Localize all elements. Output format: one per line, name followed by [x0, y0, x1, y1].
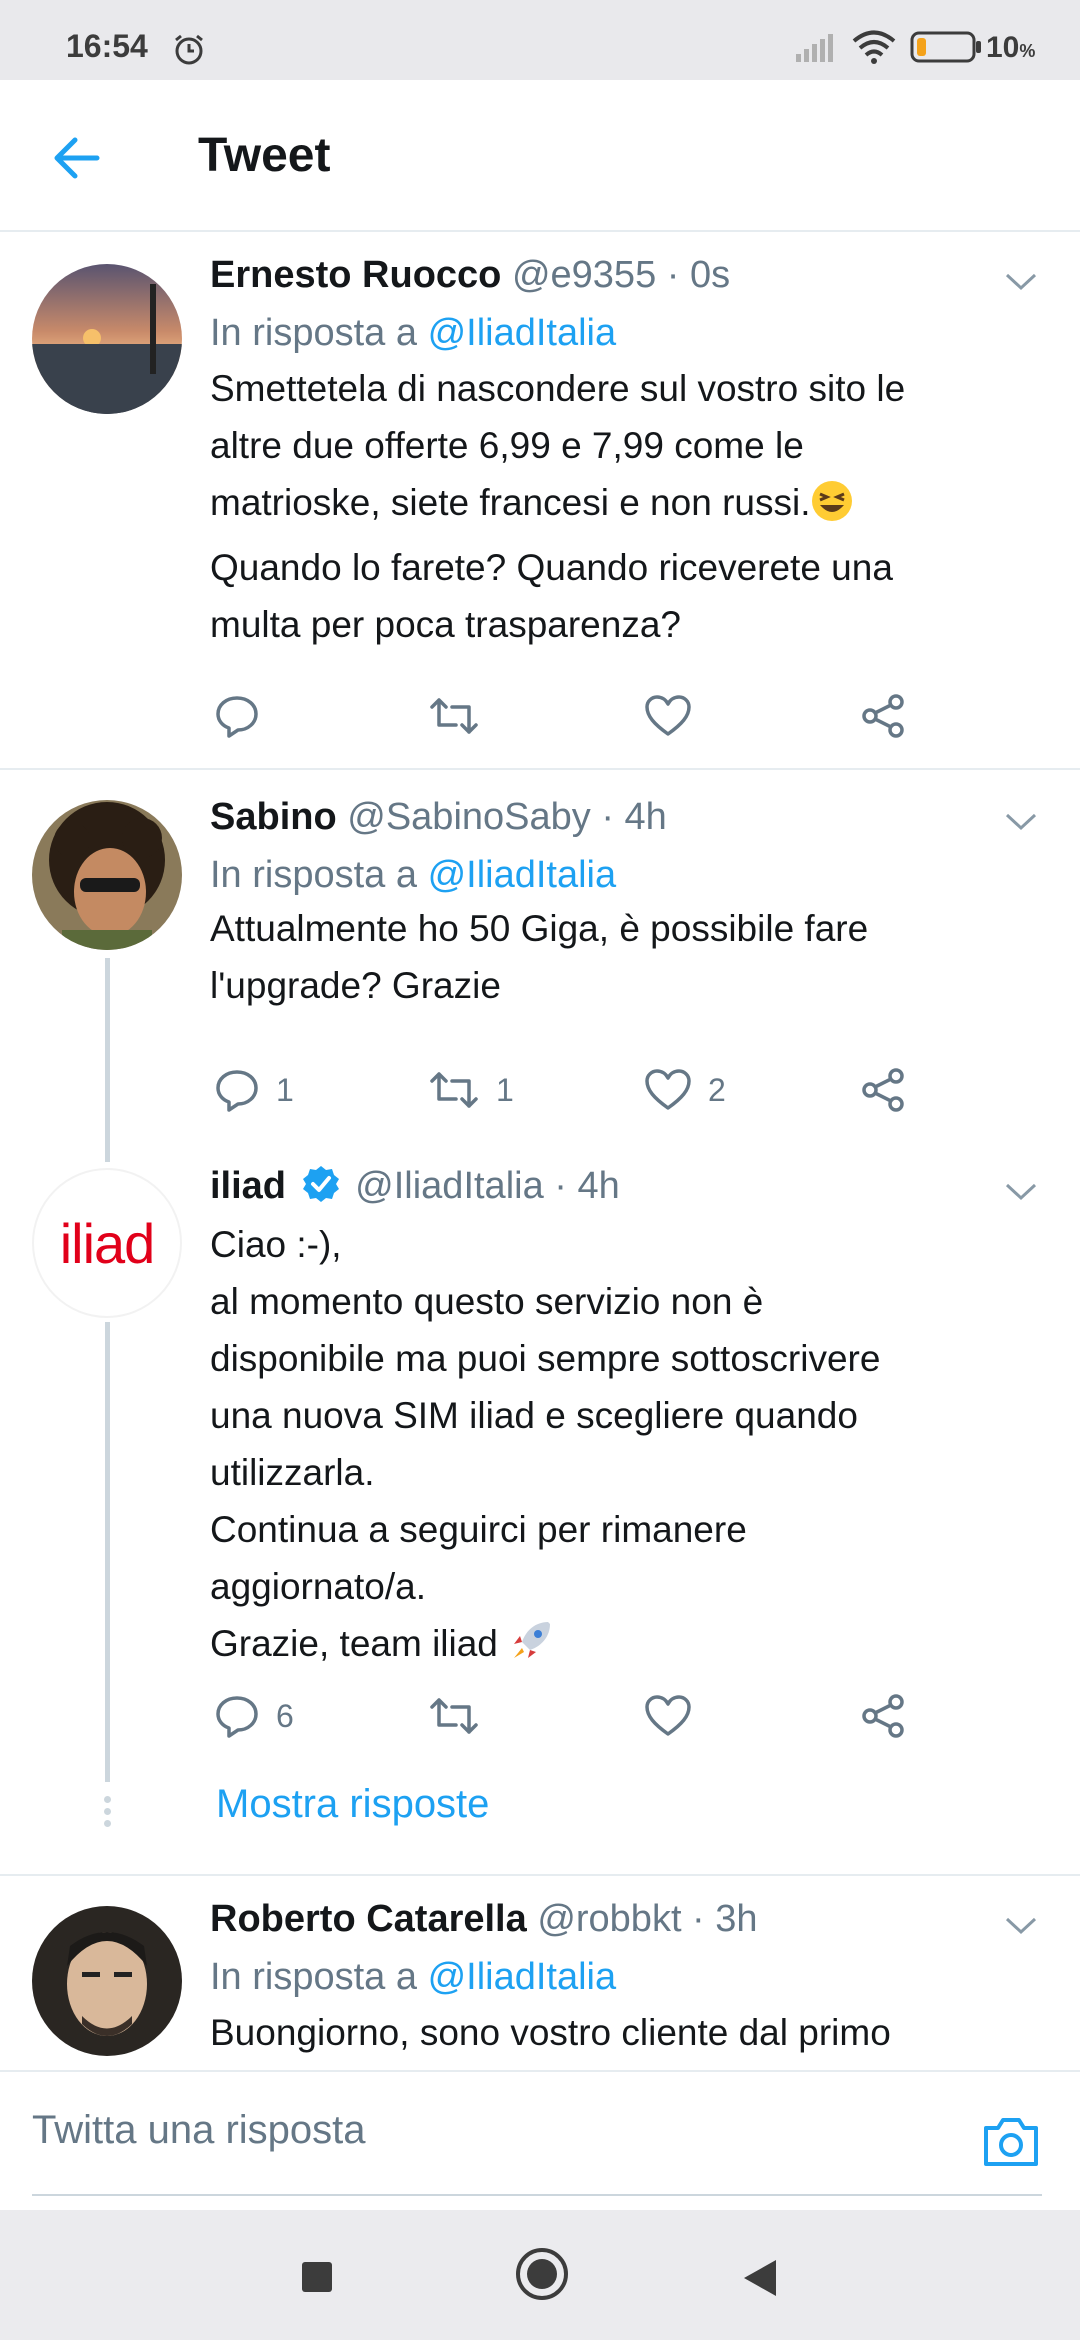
page-title: Tweet — [198, 129, 331, 182]
chevron-down-icon[interactable] — [1004, 272, 1038, 297]
show-replies-link[interactable]: Mostra risposte — [216, 1782, 489, 1827]
share-icon — [862, 694, 904, 738]
author-meta: @IliadItalia · 4h — [355, 1165, 620, 1207]
tweet-header: Roberto Catarella @robbkt · 3h — [210, 1898, 758, 1941]
thread-line — [105, 958, 110, 1162]
tweet-text: Attualmente ho 50 Giga, è possibile fare… — [210, 908, 869, 1006]
system-nav-bar — [0, 2210, 1080, 2340]
recent-apps-icon[interactable] — [300, 2260, 334, 2299]
author-name[interactable]: Ernesto Ruocco — [210, 254, 501, 296]
tweet-roberto[interactable]: Roberto Catarella @robbkt · 3h In rispos… — [0, 1876, 1080, 2070]
thread-dot — [104, 1820, 111, 1827]
tweet-header: iliad @IliadItalia · 4h — [210, 1164, 620, 1214]
avatar[interactable] — [32, 264, 182, 414]
like-button[interactable] — [644, 1686, 692, 1746]
retweet-icon — [430, 698, 478, 734]
author-name[interactable]: Roberto Catarella — [210, 1898, 527, 1940]
tweet-actions — [210, 686, 1010, 746]
author-meta: @robbkt · 3h — [537, 1898, 758, 1940]
wifi-icon — [852, 30, 896, 69]
reply-count: 1 — [276, 1071, 294, 1108]
author-meta: @SabinoSaby · 4h — [347, 796, 667, 838]
iliad-logo: iliad — [59, 1211, 156, 1275]
rocket-emoji — [508, 1618, 554, 1680]
reply-button[interactable]: 1 — [214, 1060, 294, 1120]
thread-dot — [104, 1808, 111, 1815]
reply-input[interactable]: Twitta una risposta — [32, 2108, 366, 2153]
home-icon[interactable] — [514, 2246, 570, 2307]
battery-level: 10% — [986, 31, 1036, 64]
retweet-icon — [430, 1072, 478, 1108]
reply-button[interactable]: 6 — [214, 1686, 294, 1746]
share-button[interactable] — [860, 686, 906, 746]
reply-to: In risposta a @IliadItalia — [210, 312, 617, 354]
like-count: 2 — [708, 1071, 726, 1108]
heart-icon — [645, 1695, 691, 1736]
avatar[interactable] — [32, 800, 182, 950]
thread-dot — [104, 1796, 111, 1803]
avatar-iliad[interactable]: iliad — [32, 1168, 182, 1318]
tweet-ernesto[interactable]: Ernesto Ruocco @e9355 · 0s In risposta a… — [0, 232, 1080, 768]
reply-button[interactable] — [214, 686, 260, 746]
reply-icon — [216, 1070, 258, 1112]
share-button[interactable] — [860, 1060, 906, 1120]
chevron-down-icon[interactable] — [1004, 1916, 1038, 1941]
tweet-header: Ernesto Ruocco @e9355 · 0s — [210, 254, 730, 297]
camera-icon[interactable] — [982, 2114, 1040, 2173]
tweet-actions: 1 1 2 — [210, 1060, 1010, 1120]
heart-icon — [645, 1069, 691, 1110]
reply-icon — [216, 1696, 258, 1738]
verified-badge-icon — [301, 1164, 341, 1214]
reply-handle-link[interactable]: @IliadItalia — [428, 854, 617, 896]
tweet-text: Ciao :-), al momento questo servizio non… — [210, 1216, 1040, 1680]
like-button[interactable]: 2 — [644, 1060, 726, 1120]
grinning-squinting-face-emoji — [810, 479, 854, 539]
reply-to: In risposta a @IliadItalia — [210, 1956, 617, 1998]
retweet-button[interactable] — [428, 1686, 480, 1746]
avatar[interactable] — [32, 1906, 182, 2056]
author-meta: @e9355 · 0s — [511, 254, 731, 296]
back-icon[interactable] — [742, 2258, 778, 2303]
share-button[interactable] — [860, 1686, 906, 1746]
reply-icon — [216, 696, 258, 738]
tweet-text: Buongiorno, sono vostro cliente dal prim… — [210, 2012, 891, 2053]
reply-count: 6 — [276, 1697, 294, 1734]
signal-icon — [796, 34, 836, 67]
reply-handle-link[interactable]: @IliadItalia — [428, 312, 617, 354]
chevron-down-icon[interactable] — [1004, 1182, 1038, 1207]
retweet-icon — [430, 1698, 478, 1734]
reply-bar: Twitta una risposta — [0, 2070, 1080, 2210]
alarm-icon — [172, 33, 206, 72]
author-name[interactable]: iliad — [210, 1165, 286, 1207]
heart-icon — [645, 695, 691, 736]
status-bar: 16:54 10% — [0, 0, 1080, 80]
retweet-count: 1 — [496, 1071, 514, 1108]
arrow-left-icon — [54, 137, 100, 179]
reply-underline — [32, 2194, 1042, 2196]
tweet-text: Smettetela di nascondere sul vostro sito… — [210, 368, 906, 645]
like-button[interactable] — [644, 686, 692, 746]
tweet-sabino[interactable]: Sabino @SabinoSaby · 4h In risposta a @I… — [0, 770, 1080, 1136]
status-time: 16:54 — [66, 28, 148, 64]
chevron-down-icon[interactable] — [1004, 812, 1038, 837]
thread-line — [105, 1322, 110, 1782]
battery-icon — [910, 31, 982, 68]
share-icon — [862, 1068, 904, 1112]
author-name[interactable]: Sabino — [210, 796, 337, 838]
share-icon — [862, 1694, 904, 1738]
back-button[interactable] — [44, 126, 108, 190]
retweet-button[interactable]: 1 — [428, 1060, 514, 1120]
app-header: Tweet — [0, 80, 1080, 232]
tweet-actions: 6 — [210, 1686, 1010, 1746]
tweet-header: Sabino @SabinoSaby · 4h — [210, 796, 667, 839]
tweet-iliad[interactable]: iliad iliad @IliadItalia · 4h Ciao :-), … — [0, 1136, 1080, 1876]
reply-to: In risposta a @IliadItalia — [210, 854, 617, 896]
reply-handle-link[interactable]: @IliadItalia — [428, 1956, 617, 1998]
retweet-button[interactable] — [428, 686, 480, 746]
